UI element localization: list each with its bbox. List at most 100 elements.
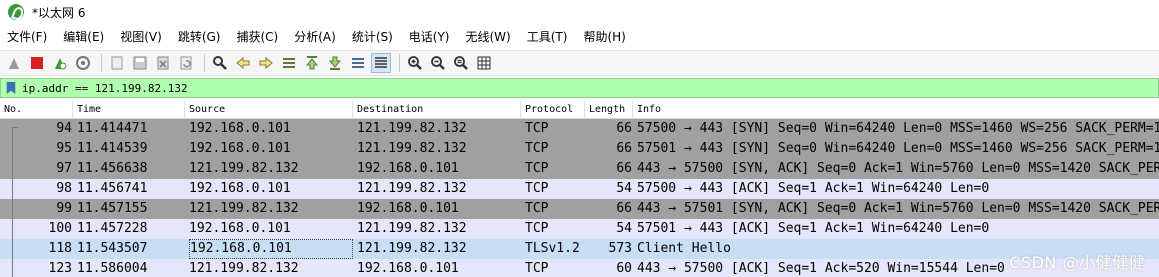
packet-protocol: TCP: [525, 261, 549, 276]
stop-capture-icon[interactable]: [27, 53, 47, 73]
packet-info: 57500 → 443 [ACK] Seq=1 Ack=1 Win=64240 …: [637, 181, 990, 196]
packet-length: 66: [616, 161, 632, 176]
packet-time: 11.414539: [77, 141, 148, 156]
menu-statistics[interactable]: 统计(S): [344, 26, 401, 48]
packet-info: 57500 → 443 [SYN] Seq=0 Win=64240 Len=0 …: [637, 121, 1159, 136]
window-title: *以太网 6: [32, 5, 86, 20]
close-file-icon[interactable]: [153, 53, 173, 73]
packet-row-selected[interactable]: 118 11.543507 192.168.0.101 121.199.82.1…: [0, 239, 1159, 259]
zoom-in-icon[interactable]: [405, 53, 425, 73]
colorize-icon[interactable]: [371, 53, 391, 73]
menu-edit[interactable]: 编辑(E): [55, 26, 112, 48]
main-toolbar: [0, 50, 1159, 76]
packet-row[interactable]: 94 11.414471 192.168.0.101 121.199.82.13…: [0, 119, 1159, 139]
packet-info: 443 → 57500 [SYN, ACK] Seq=0 Ack=1 Win=5…: [637, 161, 1159, 176]
packet-row[interactable]: 98 11.456741 192.168.0.101 121.199.82.13…: [0, 179, 1159, 199]
column-header-protocol[interactable]: Protocol: [521, 100, 585, 119]
packet-length: 66: [616, 201, 632, 216]
packet-protocol: TCP: [525, 181, 549, 196]
resize-columns-icon[interactable]: [474, 53, 494, 73]
column-header-info[interactable]: Info: [633, 100, 1159, 119]
menu-view[interactable]: 视图(V): [112, 26, 170, 48]
packet-length: 573: [608, 241, 632, 256]
filter-bookmark-icon[interactable]: [4, 80, 18, 96]
packet-source: 192.168.0.101: [189, 239, 353, 259]
packet-source: 121.199.82.132: [189, 161, 299, 176]
open-file-icon[interactable]: [107, 53, 127, 73]
menu-file[interactable]: 文件(F): [0, 26, 55, 48]
restart-capture-icon[interactable]: [50, 53, 70, 73]
packet-source: 192.168.0.101: [189, 181, 291, 196]
packet-row[interactable]: 97 11.456638 121.199.82.132 192.168.0.10…: [0, 159, 1159, 179]
packet-row[interactable]: 123 11.586004 121.199.82.132 192.168.0.1…: [0, 259, 1159, 277]
wireshark-logo-icon: [8, 4, 24, 20]
menu-help[interactable]: 帮助(H): [575, 26, 633, 48]
packet-protocol: TCP: [525, 161, 549, 176]
menu-analyze[interactable]: 分析(A): [286, 26, 344, 48]
capture-options-icon[interactable]: [73, 53, 93, 73]
menu-go[interactable]: 跳转(G): [170, 26, 229, 48]
column-header-source[interactable]: Source: [185, 100, 353, 119]
packet-source: 192.168.0.101: [189, 141, 291, 156]
packet-time: 11.456741: [77, 181, 148, 196]
packet-info: 443 → 57501 [SYN, ACK] Seq=0 Ack=1 Win=5…: [637, 201, 1159, 216]
packet-no: 97: [56, 161, 72, 176]
menu-capture[interactable]: 捕获(C): [228, 26, 286, 48]
packet-list-header: No. Time Source Destination Protocol Len…: [0, 100, 1159, 119]
find-packet-icon[interactable]: [210, 53, 230, 73]
packet-no: 118: [48, 241, 72, 256]
packet-info: 57501 → 443 [SYN] Seq=0 Win=64240 Len=0 …: [637, 141, 1159, 156]
start-capture-icon[interactable]: [4, 53, 24, 73]
first-packet-icon[interactable]: [302, 53, 322, 73]
packet-no: 98: [56, 181, 72, 196]
next-packet-icon[interactable]: [256, 53, 276, 73]
packet-destination: 192.168.0.101: [357, 261, 459, 276]
zoom-normal-icon[interactable]: [451, 53, 471, 73]
display-filter-input[interactable]: ip.addr == 121.199.82.132: [22, 82, 188, 95]
packet-no: 99: [56, 201, 72, 216]
toolbar-separator: [101, 54, 102, 72]
packet-length: 60: [616, 261, 632, 276]
packet-row[interactable]: 99 11.457155 121.199.82.132 192.168.0.10…: [0, 199, 1159, 219]
packet-time: 11.543507: [77, 241, 148, 256]
go-to-packet-icon[interactable]: [279, 53, 299, 73]
packet-time: 11.457228: [77, 221, 148, 236]
menu-telephony[interactable]: 电话(Y): [401, 26, 458, 48]
packet-destination: 121.199.82.132: [357, 241, 467, 256]
csdn-watermark: CSDN @小健健健: [1009, 253, 1145, 272]
zoom-out-icon[interactable]: [428, 53, 448, 73]
toolbar-separator: [399, 54, 400, 72]
packet-protocol: TCP: [525, 141, 549, 156]
packet-destination: 121.199.82.132: [357, 181, 467, 196]
packet-length: 66: [616, 141, 632, 156]
last-packet-icon[interactable]: [325, 53, 345, 73]
column-header-no[interactable]: No.: [0, 100, 73, 119]
packet-destination: 121.199.82.132: [357, 221, 467, 236]
packet-list: 94 11.414471 192.168.0.101 121.199.82.13…: [0, 119, 1159, 277]
display-filter-bar[interactable]: ip.addr == 121.199.82.132: [0, 78, 1159, 98]
column-header-destination[interactable]: Destination: [353, 100, 521, 119]
packet-destination: 121.199.82.132: [357, 141, 467, 156]
packet-time: 11.586004: [77, 261, 148, 276]
packet-row[interactable]: 95 11.414539 192.168.0.101 121.199.82.13…: [0, 139, 1159, 159]
column-header-time[interactable]: Time: [73, 100, 185, 119]
conversation-tree-line: [12, 127, 13, 277]
packet-length: 66: [616, 121, 632, 136]
packet-source: 192.168.0.101: [189, 221, 291, 236]
toolbar-separator: [204, 54, 205, 72]
column-header-length[interactable]: Length: [585, 100, 633, 119]
auto-scroll-icon[interactable]: [348, 53, 368, 73]
previous-packet-icon[interactable]: [233, 53, 253, 73]
conversation-tree-start: [12, 127, 18, 128]
menu-wireless[interactable]: 无线(W): [458, 26, 519, 48]
save-file-icon[interactable]: [130, 53, 150, 73]
packet-protocol: TCP: [525, 201, 549, 216]
packet-no: 100: [48, 221, 72, 236]
packet-row[interactable]: 100 11.457228 192.168.0.101 121.199.82.1…: [0, 219, 1159, 239]
packet-length: 54: [616, 181, 632, 196]
packet-info: 57501 → 443 [ACK] Seq=1 Ack=1 Win=64240 …: [637, 221, 990, 236]
menu-tools[interactable]: 工具(T): [519, 26, 576, 48]
title-bar: *以太网 6: [0, 0, 1159, 24]
packet-protocol: TLSv1.2: [525, 241, 580, 256]
reload-file-icon[interactable]: [176, 53, 196, 73]
